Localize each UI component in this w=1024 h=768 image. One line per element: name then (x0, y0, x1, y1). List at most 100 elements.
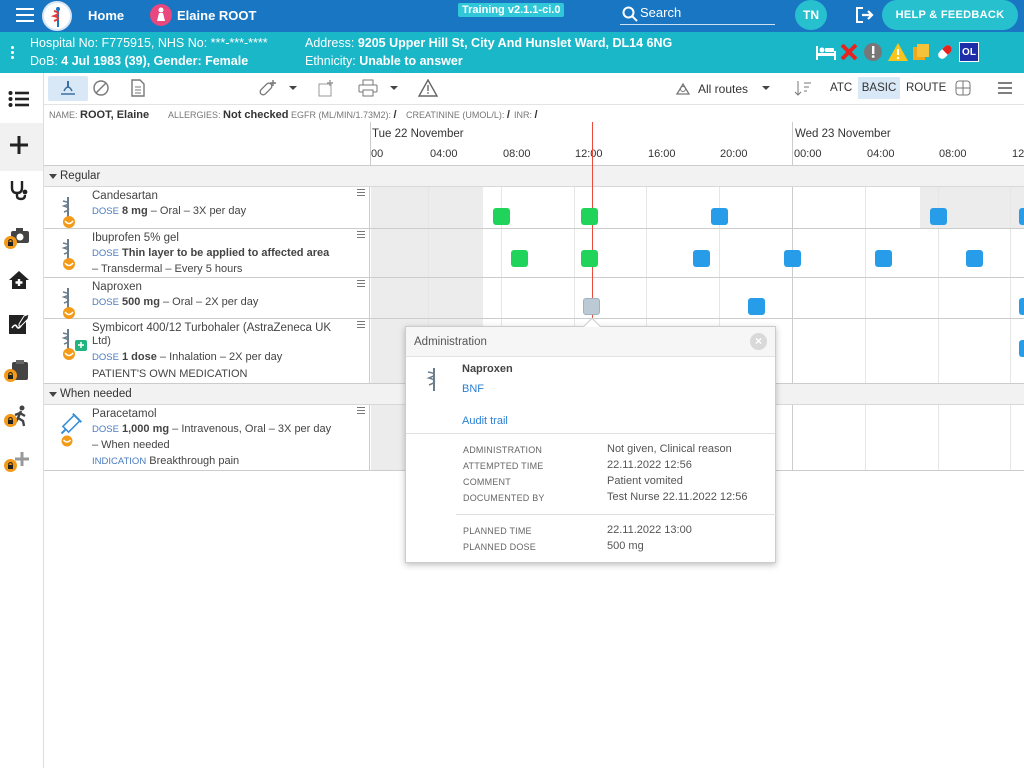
dose-marker-planned[interactable] (1019, 208, 1024, 225)
oral-medication-icon (58, 286, 84, 320)
dose-marker-given[interactable] (581, 250, 598, 267)
med-name: Ibuprofen 5% gel (92, 232, 179, 244)
administration-popup: Administration × Naproxen BNF Audit trai… (405, 317, 776, 563)
signed-document-icon[interactable] (8, 313, 34, 339)
close-icon[interactable]: × (750, 333, 767, 350)
row-menu-icon[interactable] (357, 189, 365, 198)
creatinine-field: CREATININE (UMOL/L): / (406, 109, 510, 121)
group-header-regular[interactable]: Regular (44, 166, 1024, 187)
row-menu-icon[interactable] (357, 407, 365, 416)
top-bar: Home Elaine ROOT Training v2.1.1-ci.0 Se… (0, 0, 1024, 32)
row-menu-icon[interactable] (357, 321, 365, 330)
add-medication-icon[interactable] (258, 79, 278, 99)
ethnicity: Ethnicity: Unable to answer (305, 54, 463, 68)
add-order-icon[interactable] (317, 79, 337, 99)
med-name: Symbicort 400/12 Turbohaler (AstraZeneca… (92, 322, 332, 334)
exclamation-circle-icon[interactable] (863, 42, 883, 62)
oral-medication-icon (424, 367, 446, 396)
chevron-down-icon[interactable] (288, 79, 308, 99)
search-label: Search (640, 5, 682, 20)
patient-own-med-note: PATIENT'S OWN MEDICATION (92, 368, 248, 380)
app-logo[interactable] (42, 1, 72, 31)
document-icon[interactable] (130, 79, 150, 99)
user-avatar[interactable]: TN (795, 0, 827, 30)
dose-marker-planned[interactable] (784, 250, 801, 267)
dose-marker-given[interactable] (493, 208, 510, 225)
notes-icon[interactable] (911, 42, 931, 62)
med-info[interactable]: Ibuprofen 5% gel DOSE Thin layer to be a… (44, 229, 370, 277)
routes-dropdown-chevron-icon[interactable] (761, 79, 781, 99)
dose-marker-planned[interactable] (1019, 340, 1024, 357)
chevron-down-icon[interactable] (389, 79, 409, 99)
name-field: NAME: ROOT, Elaine (49, 109, 150, 121)
bed-icon[interactable] (815, 42, 836, 62)
inhaler-medication-icon (58, 327, 87, 361)
stethoscope-icon[interactable] (8, 179, 34, 205)
patient-name[interactable]: Elaine ROOT (177, 8, 256, 23)
lock-icon (4, 414, 17, 427)
home-link[interactable]: Home (88, 8, 124, 23)
patient-avatar-icon (150, 4, 172, 26)
print-icon[interactable] (358, 79, 378, 99)
address: Address: 9205 Upper Hill St, City And Hu… (305, 36, 673, 50)
med-prn-line: – When needed (92, 439, 170, 451)
ol-badge[interactable]: OL (959, 42, 979, 62)
close-red-icon[interactable] (839, 42, 859, 62)
sort-icon[interactable] (794, 79, 814, 99)
pill-icon[interactable] (935, 42, 955, 62)
detail-value: Patient vomited (607, 475, 683, 487)
med-dose-line: DOSE 1 dose – Inhalation – 2X per day (92, 351, 283, 363)
dose-marker-planned[interactable] (693, 250, 710, 267)
bnf-link[interactable]: BNF (462, 383, 484, 395)
detail-label: DOCUMENTED BY (463, 493, 545, 503)
dose-marker-planned[interactable] (711, 208, 728, 225)
help-feedback-button[interactable]: HELP & FEEDBACK (882, 0, 1018, 30)
warning-icon[interactable] (887, 42, 908, 62)
dose-marker-planned[interactable] (748, 298, 765, 315)
dose-marker-planned[interactable] (930, 208, 947, 225)
administration-view-button[interactable] (48, 76, 88, 101)
med-dose-line: DOSE 8 mg – Oral – 3X per day (92, 205, 247, 217)
detail-value: 500 mg (607, 540, 644, 552)
med-indication-line: INDICATION Breakthrough pain (92, 455, 240, 467)
list-icon[interactable] (8, 89, 34, 115)
dose-marker-given[interactable] (511, 250, 528, 267)
detail-label: ADMINISTRATION (463, 445, 543, 455)
time-label: 00:00 (794, 148, 822, 160)
med-info[interactable]: Symbicort 400/12 Turbohaler (AstraZeneca… (44, 319, 370, 383)
med-dose-line: DOSE Thin layer to be applied to affecte… (92, 247, 330, 259)
routes-filter-label[interactable]: All routes (698, 82, 748, 96)
med-info[interactable]: Paracetamol DOSE 1,000 mg – Intravenous,… (44, 405, 370, 470)
dose-marker-given[interactable] (581, 208, 598, 225)
allergies-field[interactable]: ALLERGIES: Not checked (168, 109, 288, 121)
basic-toggle[interactable]: BASIC (858, 77, 900, 99)
more-vertical-icon[interactable] (11, 46, 14, 61)
dose-marker-planned[interactable] (875, 250, 892, 267)
time-label: 08:00 (503, 148, 531, 160)
detail-label: PLANNED DOSE (463, 542, 536, 552)
timeline-settings-icon[interactable] (954, 79, 974, 99)
lock-icon (4, 459, 17, 472)
home-medical-icon[interactable] (8, 269, 34, 295)
route-toggle[interactable]: ROUTE (906, 82, 946, 94)
plus-icon[interactable] (8, 134, 34, 160)
dose-marker-not-given-selected[interactable] (583, 298, 600, 315)
logout-icon[interactable] (855, 6, 875, 27)
dose-marker-planned[interactable] (966, 250, 983, 267)
timeline-header: Tue 22 November Wed 23 November 00 04:00… (44, 122, 1024, 166)
row-menu-icon[interactable] (357, 231, 365, 240)
search-input[interactable]: Search (620, 3, 775, 25)
hamburger-menu-icon[interactable] (996, 79, 1016, 99)
med-info[interactable]: Naproxen DOSE 500 mg – Oral – 2X per day (44, 278, 370, 320)
dose-marker-planned[interactable] (1019, 298, 1024, 315)
menu-icon[interactable] (16, 8, 34, 22)
pill-outline-icon[interactable] (92, 79, 112, 99)
med-dose-line: DOSE 1,000 mg – Intravenous, Oral – 3X p… (92, 423, 332, 435)
atc-toggle[interactable]: ATC (830, 82, 852, 94)
med-row-candesartan: Candesartan DOSE 8 mg – Oral – 3X per da… (44, 187, 1024, 229)
warning-outline-icon[interactable] (417, 78, 439, 99)
med-info[interactable]: Candesartan DOSE 8 mg – Oral – 3X per da… (44, 187, 370, 228)
audit-trail-link[interactable]: Audit trail (462, 415, 508, 427)
row-menu-icon[interactable] (357, 280, 365, 289)
lock-icon (4, 369, 17, 382)
